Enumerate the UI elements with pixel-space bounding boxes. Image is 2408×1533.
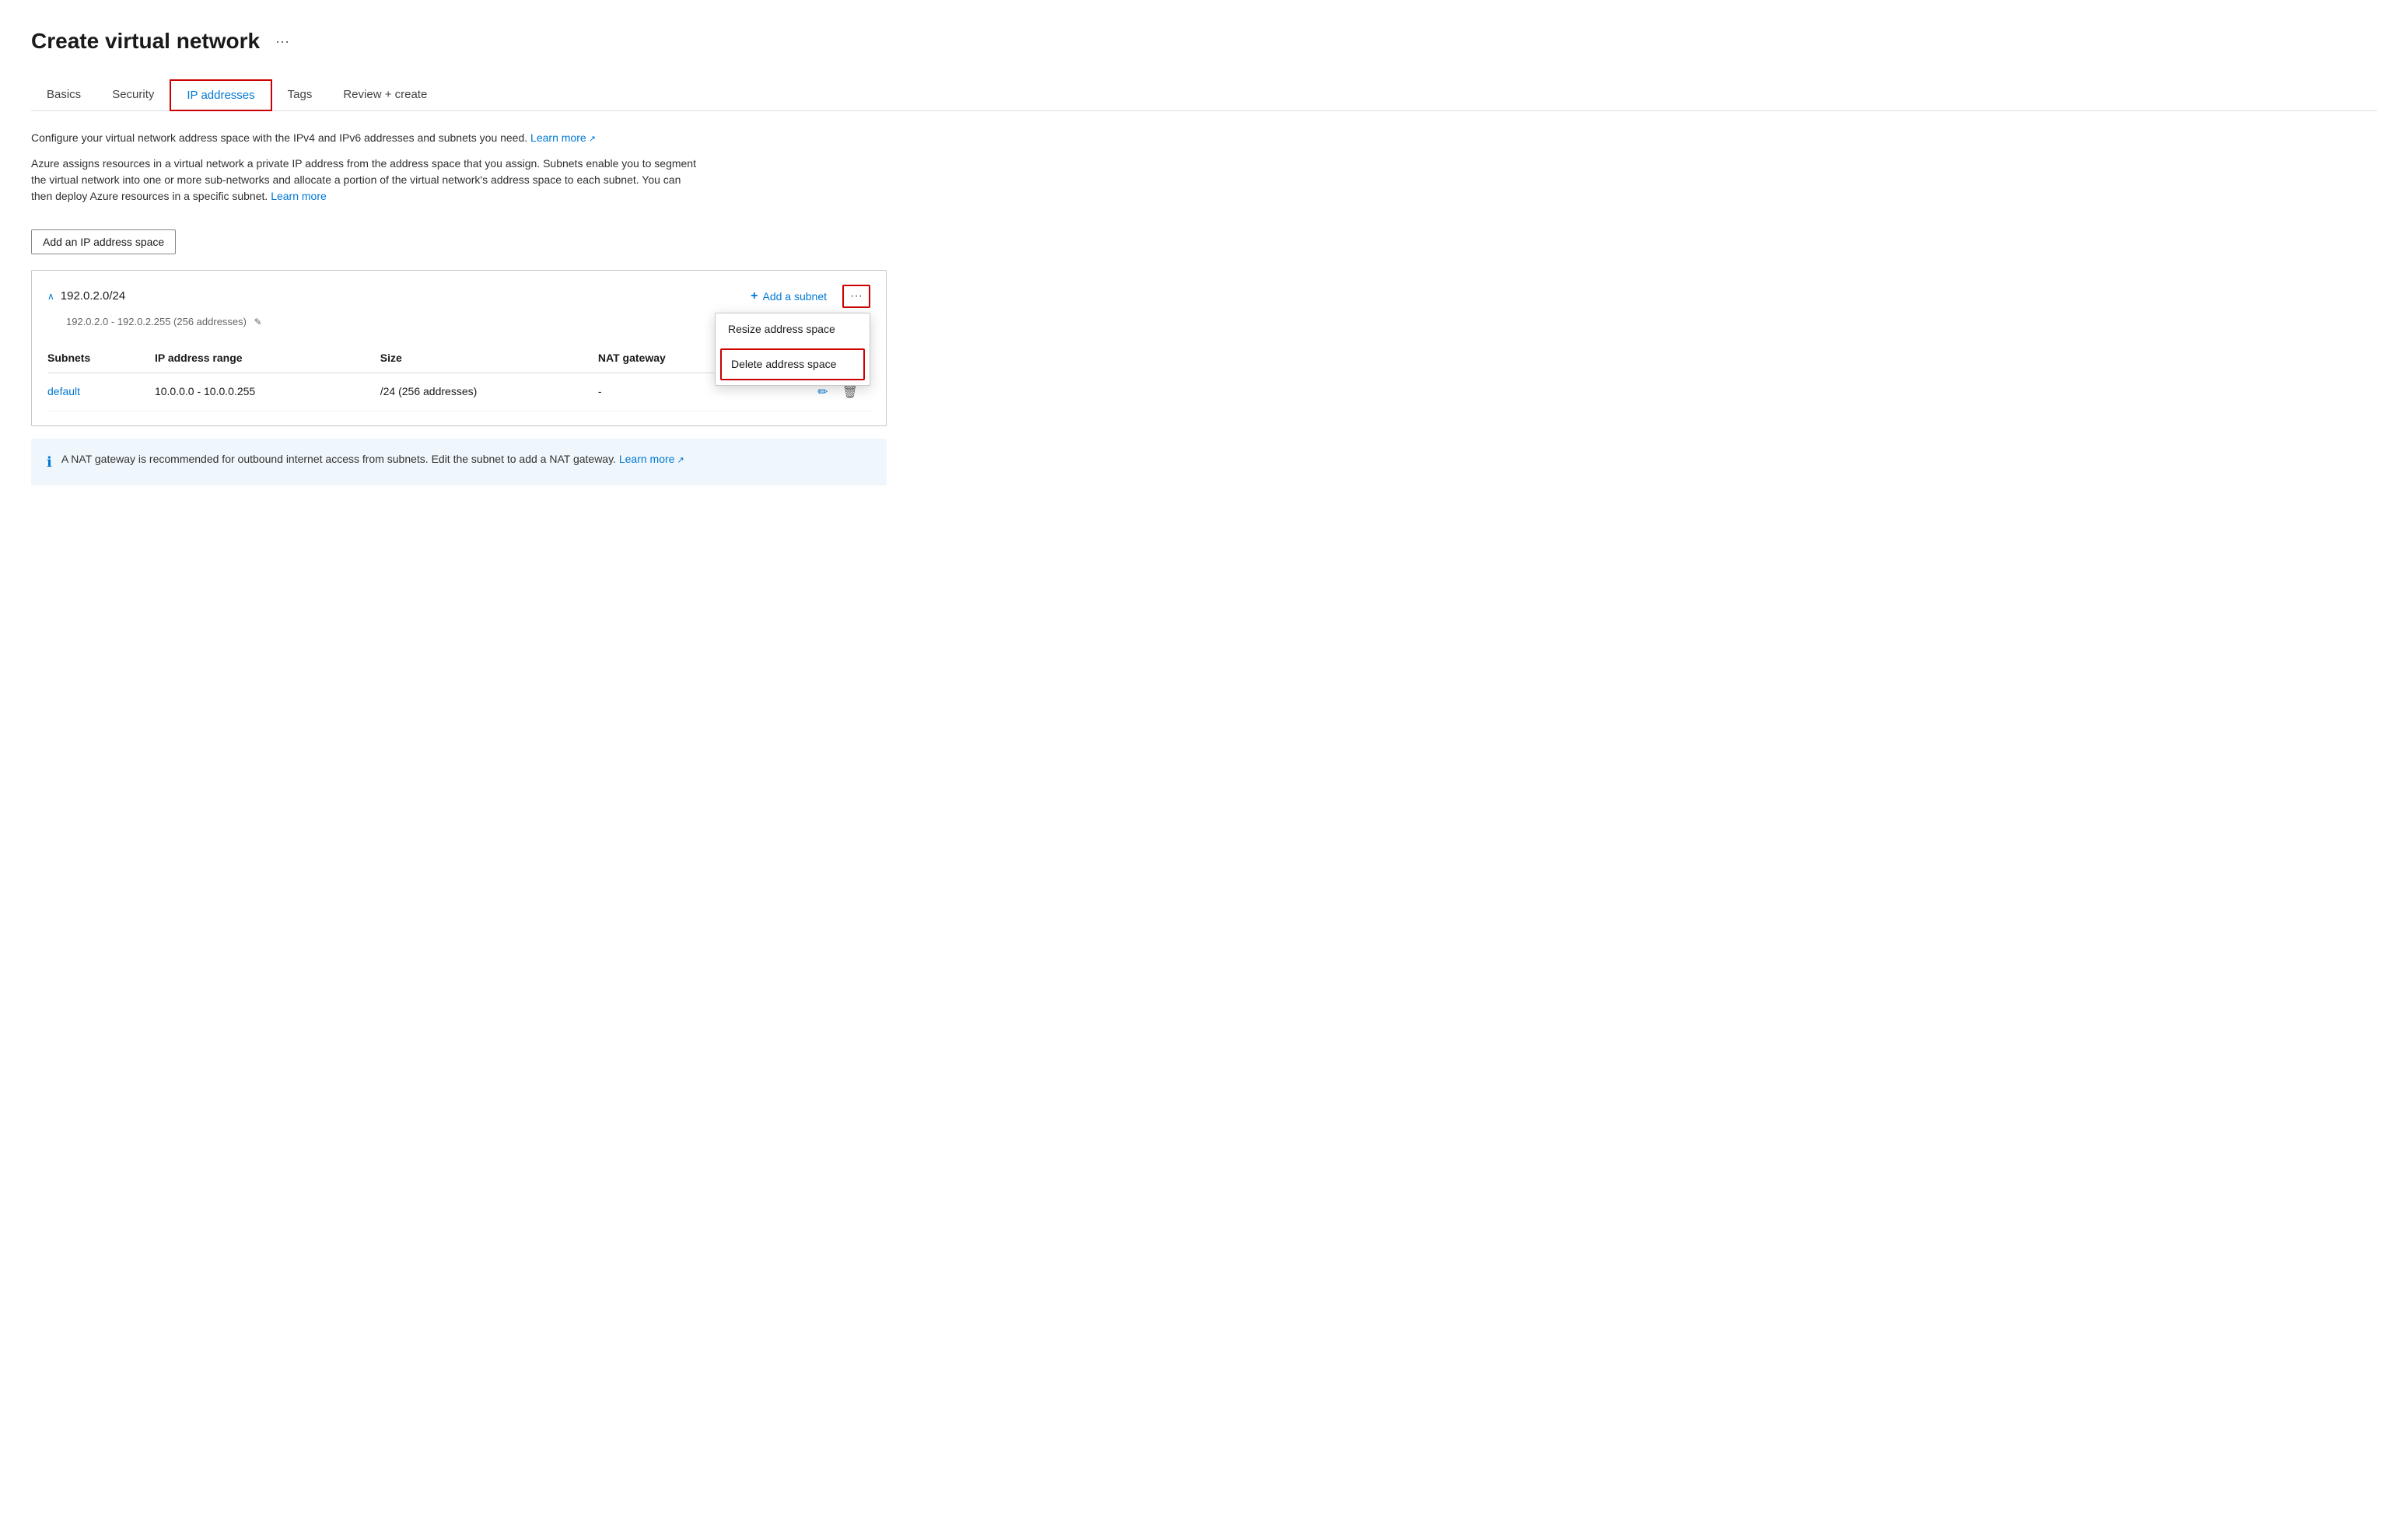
plus-icon: + — [751, 289, 758, 303]
description-2: Azure assigns resources in a virtual net… — [31, 156, 700, 205]
add-subnet-label: Add a subnet — [763, 290, 828, 303]
page-header: Create virtual network ··· — [31, 25, 2377, 58]
address-space-dropdown-menu: Resize address space Delete address spac… — [715, 313, 870, 386]
ip-range-cell: 10.0.0.0 - 10.0.0.255 — [155, 373, 380, 411]
tab-tags[interactable]: Tags — [272, 80, 328, 110]
info-banner-text: A NAT gateway is recommended for outboun… — [61, 451, 684, 467]
card-header-left: ∧ 192.0.2.0/24 — [47, 288, 125, 306]
add-subnet-button[interactable]: + Add a subnet — [744, 286, 833, 306]
tab-bar: Basics Security IP addresses Tags Review… — [31, 79, 2377, 111]
card-header-right: + Add a subnet ··· Resize address space … — [744, 285, 870, 308]
address-space-card: ∧ 192.0.2.0/24 + Add a subnet ··· Resize… — [31, 270, 887, 426]
resize-address-space-item[interactable]: Resize address space — [716, 313, 870, 345]
tab-basics[interactable]: Basics — [31, 80, 96, 110]
address-space-menu-button[interactable]: ··· — [842, 285, 870, 308]
page-ellipsis-button[interactable]: ··· — [269, 30, 296, 53]
tab-review-create[interactable]: Review + create — [327, 80, 443, 110]
info-learn-more-link[interactable]: Learn more — [619, 453, 684, 465]
tab-ip-addresses[interactable]: IP addresses — [170, 79, 271, 111]
learn-more-link-2[interactable]: Learn more — [271, 190, 327, 202]
edit-inline-icon[interactable]: ✎ — [254, 317, 262, 327]
col-ip-range: IP address range — [155, 344, 380, 373]
delete-address-space-item[interactable]: Delete address space — [720, 348, 865, 380]
learn-more-link-1[interactable]: Learn more — [530, 131, 596, 144]
info-icon: ℹ — [47, 452, 52, 473]
subnet-link[interactable]: default — [47, 385, 80, 397]
add-ip-address-space-button[interactable]: Add an IP address space — [31, 229, 176, 254]
address-space-title: 192.0.2.0/24 — [61, 288, 125, 306]
tab-security[interactable]: Security — [96, 80, 170, 110]
col-size: Size — [380, 344, 598, 373]
subnet-name-cell: default — [47, 373, 155, 411]
col-subnets: Subnets — [47, 344, 155, 373]
size-cell: /24 (256 addresses) — [380, 373, 598, 411]
description-1: Configure your virtual network address s… — [31, 130, 700, 146]
info-banner: ℹ A NAT gateway is recommended for outbo… — [31, 439, 887, 485]
chevron-up-icon: ∧ — [47, 289, 54, 303]
card-header: ∧ 192.0.2.0/24 + Add a subnet ··· Resize… — [47, 285, 870, 308]
page-title: Create virtual network — [31, 25, 260, 58]
